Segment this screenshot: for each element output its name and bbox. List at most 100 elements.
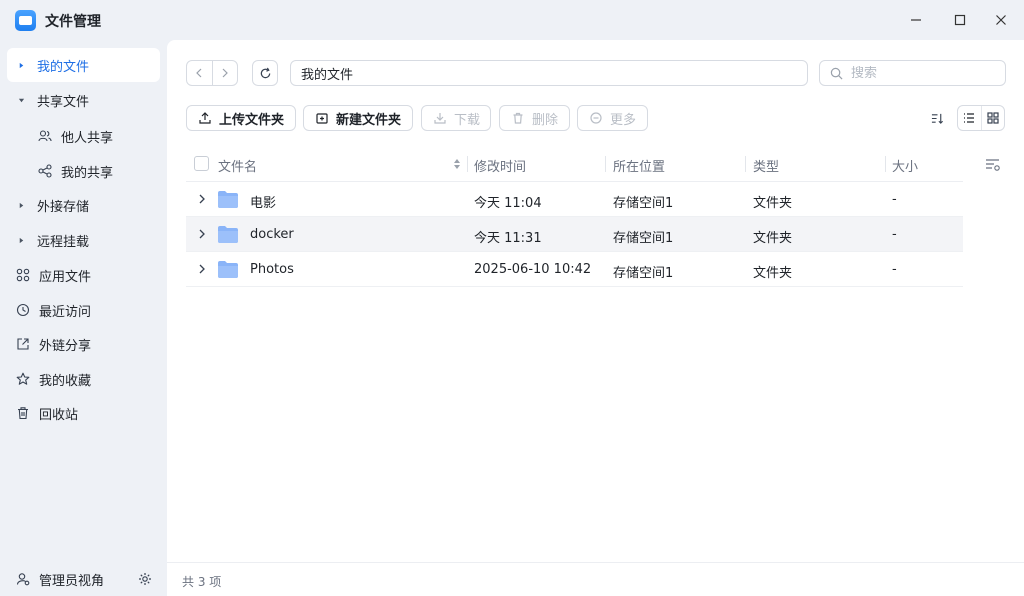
sidebar-item-external-storage[interactable]: 外接存储	[7, 188, 160, 222]
close-button[interactable]	[989, 8, 1013, 32]
admin-view-label: 管理员视角	[39, 573, 105, 589]
minimize-button[interactable]	[904, 8, 928, 32]
file-size: -	[892, 262, 897, 277]
file-name: Photos	[250, 262, 294, 277]
file-name: docker	[250, 227, 294, 242]
download-icon	[434, 113, 446, 124]
upload-folder-label: 上传文件夹	[219, 112, 285, 128]
admin-view-toggle[interactable]: 管理员视角	[0, 562, 167, 596]
sidebar-item-others-shared[interactable]: 他人共享	[7, 119, 160, 153]
maximize-button[interactable]	[948, 8, 972, 32]
table-row[interactable]: Photos 2025-06-10 10:42 存储空间1 文件夹 -	[186, 252, 963, 287]
download-label: 下载	[454, 112, 481, 128]
caret-down-icon	[17, 97, 25, 104]
chevron-right-icon[interactable]	[198, 229, 206, 239]
sidebar: 我的文件 共享文件 他人共享 我的共享 外接存储 远程挂载 应用文件 最近访问 …	[0, 40, 167, 596]
trash-icon	[15, 405, 31, 421]
sidebar-item-trash[interactable]: 回收站	[7, 396, 160, 430]
grid-icon	[987, 112, 999, 124]
file-location: 存储空间1	[613, 266, 674, 281]
file-type: 文件夹	[753, 196, 793, 211]
sidebar-item-link-share[interactable]: 外链分享	[7, 327, 160, 361]
status-bar: 共 3 项	[167, 562, 1024, 596]
folder-icon	[218, 191, 238, 208]
folder-icon	[218, 261, 238, 278]
sidebar-item-favorites[interactable]: 我的收藏	[7, 362, 160, 396]
new-folder-label: 新建文件夹	[336, 112, 402, 128]
history-nav	[186, 60, 238, 86]
back-button[interactable]	[187, 61, 213, 85]
table-header: 文件名 修改时间 所在位置 类型 大小	[186, 146, 963, 182]
caret-right-icon	[17, 62, 25, 69]
delete-icon	[513, 112, 523, 124]
sort-arrows-icon[interactable]	[453, 158, 461, 170]
more-button[interactable]: 更多	[577, 105, 648, 131]
view-mode-toggle	[957, 105, 1005, 131]
new-folder-button[interactable]: 新建文件夹	[303, 105, 413, 131]
file-table: 文件名 修改时间 所在位置 类型 大小 电影 今天 11:04 存储空间1 文件…	[186, 146, 963, 287]
file-modified: 2025-06-10 10:42	[474, 262, 592, 277]
column-settings-icon[interactable]	[985, 157, 1001, 173]
refresh-button[interactable]	[252, 60, 278, 86]
sidebar-item-label: 外接存储	[37, 199, 90, 215]
column-header-location[interactable]: 所在位置	[613, 156, 665, 175]
sidebar-item-my-shares[interactable]: 我的共享	[7, 154, 160, 188]
sort-button[interactable]	[924, 105, 950, 131]
sidebar-item-label: 最近访问	[39, 304, 92, 320]
star-icon	[15, 371, 31, 387]
path-bar[interactable]: 我的文件	[290, 60, 808, 86]
maximize-icon	[954, 14, 966, 26]
delete-button[interactable]: 删除	[499, 105, 570, 131]
list-view-button[interactable]	[958, 106, 982, 130]
column-header-modified[interactable]: 修改时间	[474, 156, 526, 175]
more-label: 更多	[610, 112, 637, 128]
window-title: 文件管理	[45, 14, 101, 30]
folder-icon	[218, 226, 238, 243]
sidebar-item-label: 我的收藏	[39, 373, 92, 389]
sidebar-item-label: 我的文件	[37, 59, 90, 75]
delete-label: 删除	[532, 112, 559, 128]
table-row[interactable]: 电影 今天 11:04 存储空间1 文件夹 -	[186, 182, 963, 217]
caret-right-icon	[17, 237, 25, 244]
forward-button[interactable]	[213, 61, 238, 85]
sidebar-item-my-files[interactable]: 我的文件	[7, 48, 160, 82]
gear-icon[interactable]	[138, 572, 152, 586]
file-modified: 今天 11:31	[474, 231, 542, 246]
column-divider	[885, 156, 886, 172]
share-icon	[37, 163, 53, 179]
chevron-right-icon	[222, 68, 228, 78]
column-header-name[interactable]: 文件名	[218, 156, 257, 175]
caret-right-icon	[17, 202, 25, 209]
search-box[interactable]	[819, 60, 1006, 86]
item-count: 共 3 项	[182, 575, 222, 589]
sidebar-item-shared-files[interactable]: 共享文件	[7, 83, 160, 117]
table-row[interactable]: docker 今天 11:31 存储空间1 文件夹 -	[186, 217, 963, 252]
column-header-size[interactable]: 大小	[892, 156, 918, 175]
close-icon	[996, 15, 1006, 25]
file-size: -	[892, 192, 897, 207]
download-button[interactable]: 下载	[421, 105, 491, 131]
sidebar-item-label: 他人共享	[61, 130, 114, 146]
chevron-right-icon[interactable]	[198, 194, 206, 204]
sidebar-item-label: 回收站	[39, 407, 79, 423]
file-name: 电影	[250, 196, 277, 211]
grid-view-button[interactable]	[982, 106, 1005, 130]
search-input[interactable]	[851, 65, 991, 81]
search-icon	[830, 67, 843, 79]
sidebar-item-recent[interactable]: 最近访问	[7, 293, 160, 327]
chevron-right-icon[interactable]	[198, 264, 206, 274]
new-folder-icon	[316, 113, 328, 124]
column-divider	[467, 156, 468, 172]
column-header-type[interactable]: 类型	[753, 156, 779, 175]
app-logo-icon	[15, 10, 36, 31]
more-icon	[590, 112, 602, 124]
chevron-left-icon	[196, 68, 202, 78]
upload-folder-button[interactable]: 上传文件夹	[186, 105, 296, 131]
sidebar-item-remote-mount[interactable]: 远程挂载	[7, 223, 160, 257]
title-bar: 文件管理	[0, 0, 1024, 40]
refresh-icon	[260, 67, 270, 78]
main-panel: 我的文件 上传文件夹 新建文件夹 下载 删除 更多 文件名 修改	[167, 40, 1024, 596]
upload-icon	[199, 112, 211, 124]
sidebar-item-app-files[interactable]: 应用文件	[7, 258, 160, 292]
select-all-checkbox[interactable]	[194, 156, 209, 171]
